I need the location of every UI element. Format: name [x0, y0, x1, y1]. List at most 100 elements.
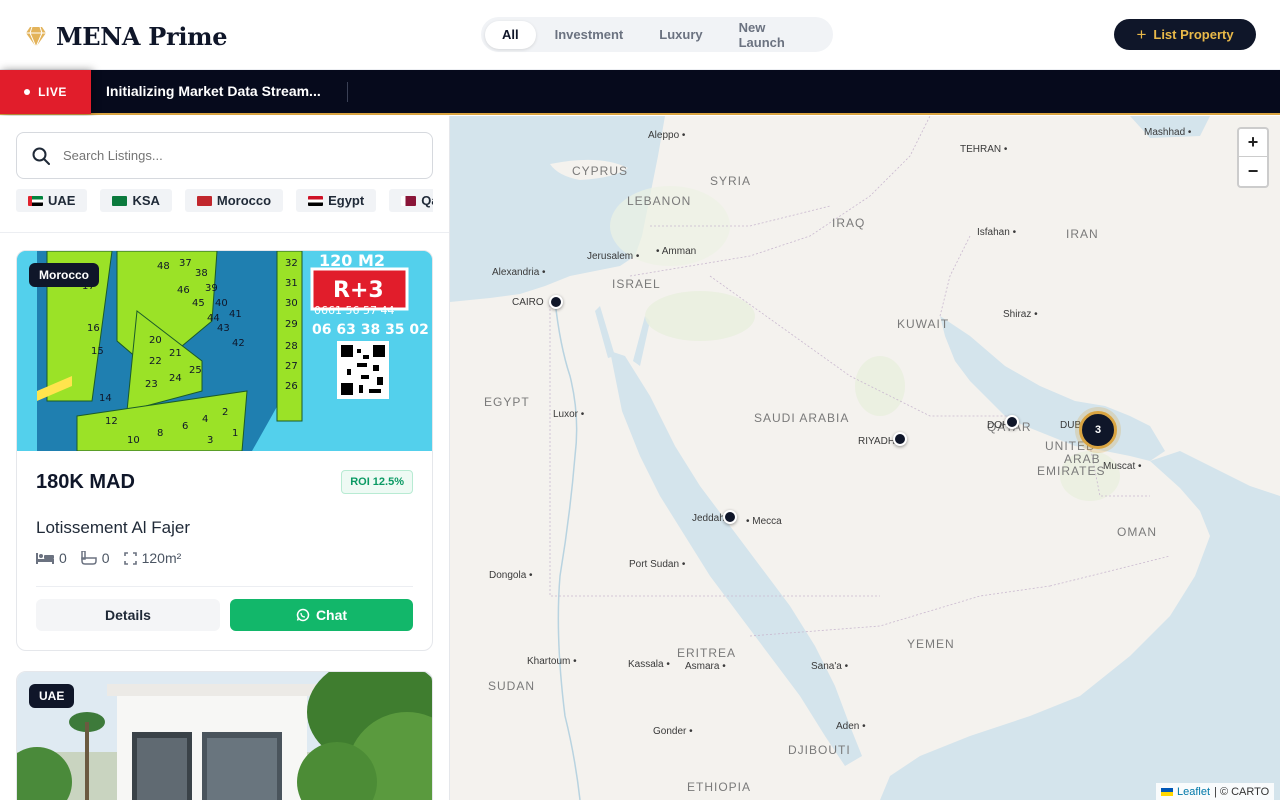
map-country-label: ISRAEL [612, 277, 661, 291]
brand-name: MENA Prime [56, 22, 228, 51]
zoom-in-button[interactable]: + [1239, 129, 1267, 157]
chip-egypt[interactable]: Egypt [296, 189, 377, 212]
tab-investment[interactable]: Investment [538, 21, 641, 49]
svg-text:1: 1 [232, 428, 238, 439]
property-marker-riyadh[interactable] [893, 432, 907, 446]
svg-text:6: 6 [182, 421, 188, 432]
chip-label: Morocco [216, 193, 272, 208]
svg-text:41: 41 [229, 309, 242, 320]
live-dot-icon [24, 89, 31, 95]
live-label: LIVE [38, 85, 67, 99]
list-property-label: List Property [1153, 27, 1234, 42]
map-country-label: CYPRUS [572, 164, 629, 178]
map-country-label: DJIBOUTI [788, 743, 851, 757]
map-city-label: Dongola • [489, 570, 533, 581]
chat-label: Chat [315, 607, 348, 623]
bed-icon [36, 553, 54, 564]
listing-card[interactable]: UAE [16, 671, 433, 800]
listing-image[interactable]: UAE [17, 672, 432, 800]
property-map[interactable]: CYPRUS SYRIA LEBANON IRAQ IRAN ISRAEL KU… [450, 116, 1280, 800]
tab-luxury[interactable]: Luxury [642, 21, 719, 49]
map-country-label: KUWAIT [897, 317, 950, 331]
svg-text:12: 12 [105, 416, 118, 427]
map-city-label: Port Sudan • [629, 559, 686, 570]
svg-text:16: 16 [87, 323, 100, 334]
map-country-label: ETHIOPIA [687, 780, 752, 794]
chip-uae[interactable]: UAE [16, 189, 88, 212]
map-city-label: Alexandria • [492, 267, 546, 278]
listing-card[interactable]: 171615 202122 232425 141210 864 231 3231… [16, 250, 433, 651]
property-marker-jeddah[interactable] [723, 510, 737, 524]
svg-text:4: 4 [202, 414, 208, 425]
svg-text:8: 8 [157, 428, 163, 439]
lot-type-text: R+3 [333, 278, 384, 303]
tab-new-launch[interactable]: New Launch [722, 20, 829, 50]
bath-icon [81, 551, 97, 565]
property-marker-cairo[interactable] [549, 295, 563, 309]
map-city-label: Gonder • [653, 726, 693, 737]
country-badge: Morocco [29, 263, 100, 287]
listing-price: 180K MAD [36, 470, 135, 493]
map-country-label: IRAQ [832, 216, 866, 230]
chip-label: KSA [132, 193, 160, 208]
brand-logo[interactable]: MENA Prime [24, 22, 228, 51]
map-country-label: YEMEN [907, 637, 955, 651]
chat-button[interactable]: Chat [230, 599, 413, 631]
details-button[interactable]: Details [36, 599, 220, 631]
leaflet-link[interactable]: Leaflet [1177, 786, 1210, 798]
map-city-label: • Mecca [746, 516, 782, 527]
map-attribution: Leaflet | © CARTO [1156, 783, 1275, 800]
map-country-label: SAUDI ARABIA [754, 411, 850, 425]
plus-icon: + [1136, 25, 1147, 44]
map-city-label: Luxor • [553, 409, 585, 420]
chip-qatar[interactable]: Qatar [389, 189, 433, 212]
chip-label: UAE [48, 193, 76, 208]
listings-sidebar[interactable]: UAE KSA Morocco Egypt Qatar [0, 116, 450, 800]
svg-text:43: 43 [217, 323, 230, 334]
map-city-label: Jerusalem • [587, 251, 640, 262]
svg-text:23: 23 [145, 379, 158, 390]
search-input[interactable] [63, 148, 393, 163]
map-country-label: ERITREA [677, 646, 737, 660]
svg-text:45: 45 [192, 298, 205, 309]
market-ticker: LIVE Initializing Market Data Stream... [0, 70, 1280, 115]
map-city-label: Mashhad • [1144, 127, 1192, 138]
map-country-label: SUDAN [488, 679, 536, 693]
map-city-label: Shiraz • [1003, 309, 1038, 320]
chip-ksa[interactable]: KSA [100, 189, 172, 212]
bathrooms-spec: 0 [81, 550, 110, 566]
listing-image[interactable]: 171615 202122 232425 141210 864 231 3231… [17, 251, 432, 451]
svg-text:37: 37 [179, 258, 192, 269]
country-filter-chips: UAE KSA Morocco Egypt Qatar [16, 189, 433, 213]
villa-photo-image [17, 672, 432, 800]
map-country-label: EGYPT [484, 395, 530, 409]
svg-text:30: 30 [285, 298, 298, 309]
svg-text:48: 48 [157, 261, 170, 272]
search-box[interactable] [16, 132, 433, 179]
map-country-label: SYRIA [710, 174, 752, 188]
property-marker-doha[interactable] [1005, 415, 1019, 429]
map-country-label: LEBANON [627, 194, 692, 208]
map-city-label: Aleppo • [648, 130, 686, 141]
svg-text:39: 39 [205, 283, 218, 294]
map-city-label: Muscat • [1103, 461, 1142, 472]
zoom-out-button[interactable]: − [1239, 157, 1267, 185]
svg-text:40: 40 [215, 298, 228, 309]
map-city-label: Kassala • [628, 659, 670, 670]
tab-all[interactable]: All [485, 20, 536, 49]
svg-text:14: 14 [99, 393, 112, 404]
marker-cluster[interactable]: 3 [1079, 411, 1117, 449]
map-city-label: Asmara • [685, 661, 726, 672]
svg-text:10: 10 [127, 435, 140, 446]
carto-attribution: | © CARTO [1214, 785, 1270, 798]
map-country-label: IRAN [1066, 227, 1099, 241]
listing-title[interactable]: Lotissement Al Fajer [36, 518, 413, 538]
lot-size-text: 120 M2 [319, 251, 385, 270]
map-country-label: EMIRATES [1037, 464, 1106, 478]
bedrooms-spec: 0 [36, 550, 67, 566]
chip-morocco[interactable]: Morocco [184, 189, 284, 212]
ukraine-flag-icon [1161, 787, 1173, 796]
svg-text:29: 29 [285, 319, 298, 330]
list-property-button[interactable]: + List Property [1114, 19, 1256, 50]
svg-text:32: 32 [285, 258, 298, 269]
